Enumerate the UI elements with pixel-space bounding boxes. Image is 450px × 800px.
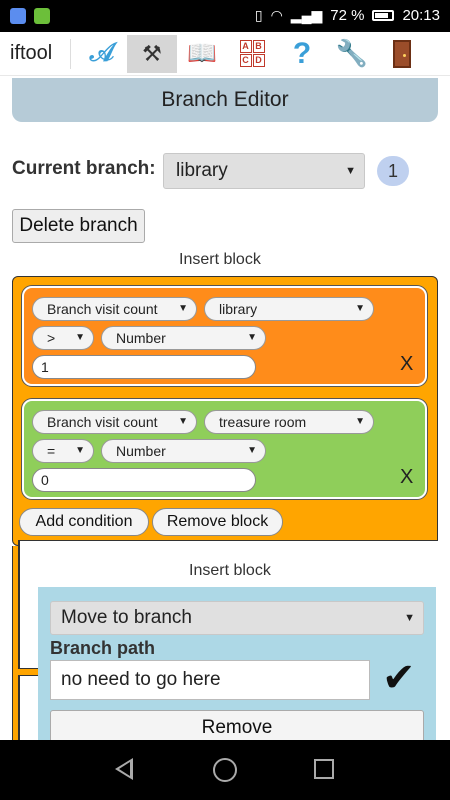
branch-count-badge: 1 (377, 156, 409, 186)
condition-value-input[interactable]: 0 (32, 468, 256, 492)
home-icon[interactable] (213, 758, 237, 782)
chevron-down-icon: ▼ (178, 416, 188, 427)
current-branch-select[interactable]: library ▼ (163, 153, 365, 189)
insert-block-label[interactable]: Insert block (189, 562, 271, 580)
condition-type-select[interactable]: Number ▼ (101, 439, 266, 463)
condition-operator-select[interactable]: > ▼ (32, 326, 94, 350)
back-icon[interactable] (115, 758, 133, 780)
current-branch-label: Current branch: (12, 158, 156, 179)
action-type-select[interactable]: Move to branch ▼ (50, 601, 424, 635)
condition-type-select[interactable]: Number ▼ (101, 326, 266, 350)
chevron-down-icon: ▼ (178, 303, 188, 314)
add-condition-button[interactable]: Add condition (19, 508, 149, 536)
action-block: Move to branch ▼ Branch path no need to … (38, 587, 436, 746)
condition-operator-select[interactable]: = ▼ (32, 439, 94, 463)
confirm-check-icon[interactable]: ✔ (382, 655, 416, 701)
branch-path-label: Branch path (50, 638, 156, 658)
condition-item: Branch visit count ▼ library ▼ > ▼ Number ▼ … (22, 286, 427, 386)
remove-condition-button[interactable]: X (400, 466, 413, 489)
chevron-down-icon: ▼ (247, 332, 257, 343)
system-nav-bar (0, 740, 450, 800)
condition-field-select[interactable]: Branch visit count ▼ (32, 297, 197, 321)
chevron-down-icon: ▼ (75, 445, 85, 456)
chevron-down-icon: ▼ (355, 303, 365, 314)
block-rail (18, 668, 40, 676)
remove-block-button[interactable]: Remove block (152, 508, 283, 536)
recent-apps-icon[interactable] (314, 759, 334, 779)
chevron-down-icon: ▼ (355, 416, 365, 427)
condition-item: Branch visit count ▼ treasure room ▼ = ▼ Nu… (22, 399, 427, 499)
delete-branch-button[interactable]: Delete branch (12, 209, 145, 243)
condition-target-select[interactable]: treasure room ▼ (204, 410, 374, 434)
editor-content: Current branch: library ▼ 1 Delete branc… (0, 0, 450, 746)
branch-path-input[interactable]: no need to go here (50, 660, 370, 700)
chevron-down-icon: ▼ (345, 165, 356, 177)
condition-target-select[interactable]: library ▼ (204, 297, 374, 321)
chevron-down-icon: ▼ (75, 332, 85, 343)
chevron-down-icon: ▼ (404, 612, 415, 624)
current-branch-row: Current branch: (12, 158, 156, 180)
condition-block: Branch visit count ▼ library ▼ > ▼ Number ▼ … (12, 276, 438, 546)
condition-field-select[interactable]: Branch visit count ▼ (32, 410, 197, 434)
chevron-down-icon: ▼ (247, 445, 257, 456)
condition-value-input[interactable]: 1 (32, 355, 256, 379)
current-branch-value: library (176, 160, 228, 181)
insert-block-label[interactable]: Insert block (179, 251, 261, 269)
remove-condition-button[interactable]: X (400, 353, 413, 376)
